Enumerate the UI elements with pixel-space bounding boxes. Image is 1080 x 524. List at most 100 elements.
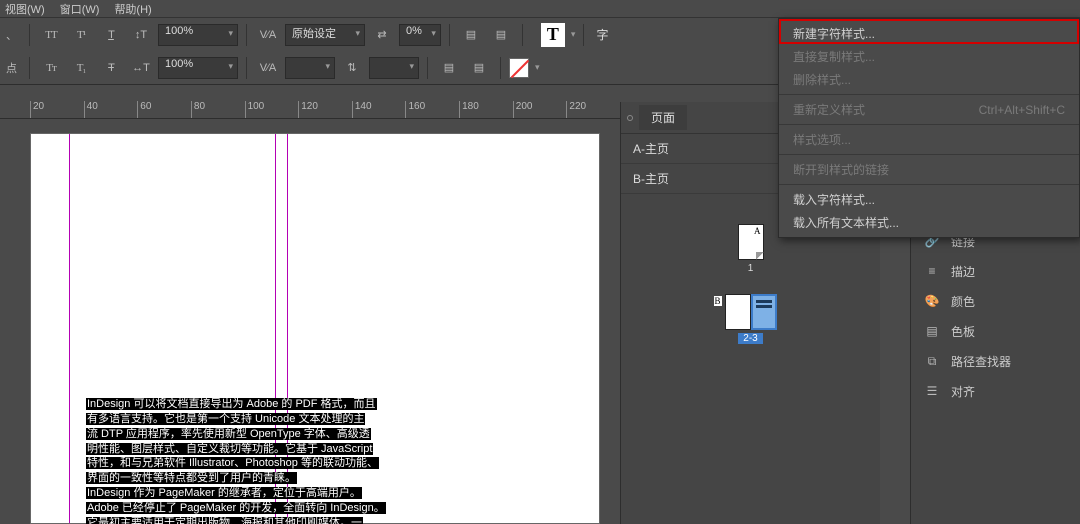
rail-label: 色板 (951, 323, 975, 340)
swatch-icon: ▤ (923, 322, 941, 340)
menubar: 视图(W) 窗口(W) 帮助(H) (0, 0, 1080, 18)
menu-item[interactable]: 新建字符样式... (779, 22, 1079, 45)
shift-value-select[interactable] (369, 57, 419, 79)
rail-item-color[interactable]: 🎨 颜色 (911, 286, 1080, 316)
unit-label: 点 (6, 60, 17, 76)
ruler-tick: 100 (245, 101, 299, 118)
ruler-tick: 80 (191, 101, 245, 118)
strikethrough-button[interactable]: T (98, 56, 124, 80)
spread-2-3-thumb[interactable]: B (725, 294, 777, 330)
character-style-flyout-menu: 新建字符样式... 直接复制样式... 删除样式... 重新定义样式 Ctrl+Alt+… (778, 18, 1080, 238)
highlighted-text-line[interactable]: 有多语言支持。它也是第一个支持 Unicode 文本处理的主 (86, 413, 365, 425)
all-caps-button[interactable]: TT (38, 23, 64, 47)
scale-select-2[interactable]: 100% (158, 57, 238, 79)
baseline2-button[interactable]: ▤ (488, 23, 514, 47)
zoom-select[interactable]: 100% (158, 24, 238, 46)
kerning2-button[interactable]: V⁄A (255, 56, 281, 80)
page-1-thumb[interactable] (738, 224, 764, 260)
highlighted-text-line[interactable]: 明性能、图层样式、自定义裁切等功能。它基于 JavaScript (86, 443, 373, 455)
stroke-icon: ≡ (923, 262, 941, 280)
ruler-tick: 160 (405, 101, 459, 118)
menu-item-label: 载入所有文本样式... (793, 214, 899, 231)
highlighted-text-line[interactable]: Adobe 已经停止了 PageMaker 的开发，全面转向 InDesign。 (86, 502, 386, 514)
horizontal-ruler: 20406080100120140160180200220 (0, 101, 620, 119)
page-1-label: 1 (748, 263, 754, 274)
para-button1[interactable]: ▤ (436, 56, 462, 80)
menu-item-label: 删除样式... (793, 71, 851, 88)
text-frame[interactable]: InDesign 可以将文档直接导出为 Adobe 的 PDF 格式，而且有多语… (86, 397, 396, 524)
ruler-tick: 40 (84, 101, 138, 118)
underline-button[interactable]: T (98, 23, 124, 47)
rail-item-pathfinder[interactable]: ⧉ 路径查找器 (911, 346, 1080, 376)
menu-separator (779, 184, 1079, 185)
menu-separator (779, 154, 1079, 155)
subscript-button[interactable]: T₁ (68, 56, 94, 80)
baseline-shift-button[interactable]: ⇅ (339, 56, 365, 80)
rail-label: 描边 (951, 263, 975, 280)
margin-guide (69, 134, 70, 523)
menu-item[interactable]: 载入所有文本样式... (779, 211, 1079, 234)
color-icon: 🎨 (923, 292, 941, 310)
kerning-button[interactable]: V⁄A (255, 23, 281, 47)
rail-label: 路径查找器 (951, 353, 1011, 370)
highlighted-text-line[interactable]: 流 DTP 应用程序，率先使用新型 OpenType 字体、高级透 (86, 428, 371, 440)
pages-tab[interactable]: 页面 (639, 105, 687, 130)
menu-item-label: 载入字符样式... (793, 191, 875, 208)
menu-item: 直接复制样式... (779, 45, 1079, 68)
menu-item: 断开到样式的链接 (779, 158, 1079, 181)
rail-item-stroke[interactable]: ≡ 描边 (911, 256, 1080, 286)
rail-item-swatch[interactable]: ▤ 色板 (911, 316, 1080, 346)
highlighted-text-line[interactable]: 它最初主要适用于定期出版物、海报和其他印刷媒体。一 (86, 517, 363, 524)
menu-item: 删除样式... (779, 68, 1079, 91)
kerning-value-select[interactable] (285, 57, 335, 79)
menu-item-label: 样式选项... (793, 131, 851, 148)
ruler-tick: 180 (459, 101, 513, 118)
page-canvas[interactable]: InDesign 可以将文档直接导出为 Adobe 的 PDF 格式，而且有多语… (30, 133, 600, 524)
ruler-tick: 220 (566, 101, 620, 118)
menu-item-label: 新建字符样式... (793, 25, 875, 42)
ruler-tick: 20 (30, 101, 84, 118)
superscript-button[interactable]: T¹ (68, 23, 94, 47)
pathfinder-icon: ⧉ (923, 352, 941, 370)
ruler-tick: 120 (298, 101, 352, 118)
horizontal-scale-button[interactable]: ↔T (128, 56, 154, 80)
vertical-scale-button[interactable]: ↕T (128, 23, 154, 47)
rail-item-align[interactable]: ☰ 对齐 (911, 376, 1080, 406)
menu-shortcut: Ctrl+Alt+Shift+C (979, 103, 1065, 117)
menu-help[interactable]: 帮助(H) (114, 1, 151, 17)
rail-label: 对齐 (951, 383, 975, 400)
tracking-mode-select[interactable]: 原始设定 (285, 24, 365, 46)
highlighted-text-line[interactable]: 界面的一致性等特点都受到了用户的青睐。 (86, 472, 297, 484)
collapse-dot-icon[interactable] (627, 115, 633, 121)
baseline-button[interactable]: ▤ (458, 23, 484, 47)
menu-item-label: 直接复制样式... (793, 48, 875, 65)
highlighted-text-line[interactable]: InDesign 作为 PageMaker 的继承者，定位于高端用户。 (86, 487, 362, 499)
spread-label: 2-3 (738, 333, 762, 344)
align-icon: ☰ (923, 382, 941, 400)
menu-item-label: 重新定义样式 (793, 101, 865, 118)
menu-item[interactable]: 载入字符样式... (779, 188, 1079, 211)
menu-item-label: 断开到样式的链接 (793, 161, 889, 178)
ruler-tick: 200 (513, 101, 567, 118)
percent-select[interactable]: 0% (399, 24, 441, 46)
character-style-button[interactable]: 字 (592, 26, 612, 43)
ruler-tick: 140 (352, 101, 406, 118)
no-fill-swatch[interactable] (509, 58, 529, 78)
highlighted-text-line[interactable]: 特性，和与兄弟软件 Illustrator、Photoshop 等的联动功能、 (86, 457, 379, 469)
menu-item: 重新定义样式 Ctrl+Alt+Shift+C (779, 98, 1079, 121)
tracking-adjust-button[interactable]: ⇄ (369, 23, 395, 47)
menu-view[interactable]: 视图(W) (5, 1, 45, 17)
small-caps-button[interactable]: Tᴛ (38, 56, 64, 80)
corner-chevron: 、 (6, 27, 17, 43)
menu-separator (779, 124, 1079, 125)
highlighted-text-line[interactable]: InDesign 可以将文档直接导出为 Adobe 的 PDF 格式，而且 (86, 398, 377, 410)
ruler-tick: 60 (137, 101, 191, 118)
rail-label: 颜色 (951, 293, 975, 310)
menu-window[interactable]: 窗口(W) (60, 1, 100, 17)
type-tool-icon: T (541, 23, 565, 47)
menu-separator (779, 94, 1079, 95)
menu-item: 样式选项... (779, 128, 1079, 151)
chevron-down-icon[interactable]: ▾ (571, 29, 576, 40)
chevron-down-icon-2[interactable]: ▾ (535, 62, 540, 73)
para-button2[interactable]: ▤ (466, 56, 492, 80)
